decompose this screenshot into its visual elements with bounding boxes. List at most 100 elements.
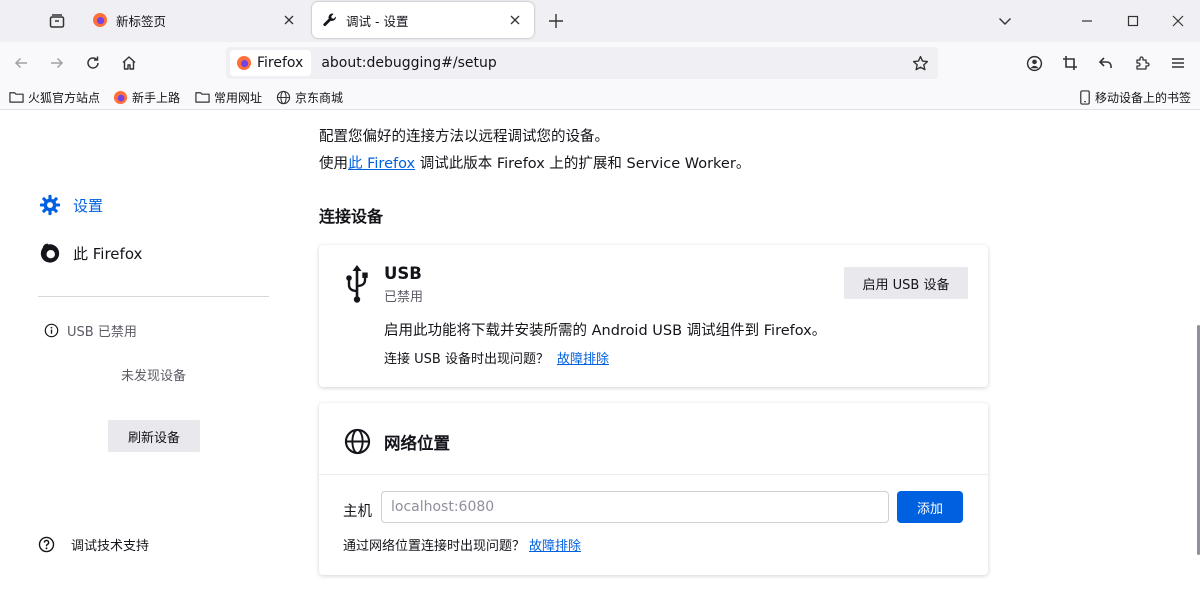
undo-close-button[interactable] bbox=[1093, 50, 1119, 76]
extensions-button[interactable] bbox=[1129, 50, 1155, 76]
mobile-bookmarks-folder[interactable]: 移动设备上的书签 bbox=[1079, 87, 1191, 107]
enable-usb-button[interactable]: 启用 USB 设备 bbox=[844, 267, 968, 299]
url-text[interactable]: about:debugging#/setup bbox=[321, 55, 906, 71]
undo-icon bbox=[1098, 57, 1112, 68]
bookmark-label: 火狐官方站点 bbox=[28, 90, 101, 105]
screenshot-button[interactable] bbox=[1057, 50, 1083, 76]
bookmark-item[interactable]: 常用网址 bbox=[195, 87, 262, 107]
hamburger-icon bbox=[1172, 58, 1184, 68]
wrench-icon bbox=[323, 13, 337, 27]
this-firefox-link[interactable]: 此 Firefox bbox=[348, 156, 415, 172]
usb-icon bbox=[346, 265, 368, 303]
intro-this-firefox-text: 使用此 Firefox 调试此版本 Firefox 上的扩展和 Service … bbox=[319, 152, 750, 173]
sidebar-divider bbox=[38, 296, 269, 297]
no-devices-text: 未发现设备 bbox=[120, 369, 186, 384]
tab-manager-icon bbox=[49, 14, 65, 28]
url-bar[interactable]: Firefox about:debugging#/setup bbox=[226, 47, 938, 79]
intro-prefix: 使用 bbox=[319, 156, 348, 172]
support-link[interactable]: 调试技术支持 bbox=[38, 535, 149, 554]
list-all-tabs-button[interactable] bbox=[992, 8, 1018, 34]
network-card: 网络位置 主机 添加 通过网络位置连接时出现问题？故障排除 bbox=[319, 403, 988, 575]
intro-suffix: 调试此版本 Firefox 上的扩展和 Service Worker。 bbox=[415, 156, 751, 172]
refresh-devices-button[interactable]: 刷新设备 bbox=[108, 420, 200, 452]
puzzle-icon bbox=[1136, 56, 1150, 70]
reload-button[interactable] bbox=[80, 50, 106, 76]
usb-title: USB bbox=[384, 264, 422, 283]
arrow-right-icon bbox=[51, 57, 64, 69]
close-icon bbox=[1172, 15, 1184, 27]
firefox-icon bbox=[237, 56, 251, 70]
usb-trouble-text: 连接 USB 设备时出现问题？ bbox=[384, 352, 549, 367]
close-icon bbox=[284, 15, 294, 25]
bookmark-label: 移动设备上的书签 bbox=[1095, 90, 1192, 105]
reload-icon bbox=[87, 56, 99, 69]
star-icon bbox=[912, 55, 928, 70]
usb-card: USB 已禁用 启用 USB 设备 启用此功能将下载并安装所需的 Android… bbox=[319, 245, 988, 387]
section-title: 连接设备 bbox=[319, 207, 384, 226]
minimize-button[interactable] bbox=[1074, 8, 1100, 34]
bookmark-item[interactable]: 京东商城 bbox=[276, 87, 343, 107]
folder-icon bbox=[195, 92, 210, 103]
firefox-logo-icon bbox=[40, 243, 60, 263]
back-button[interactable] bbox=[8, 50, 34, 76]
globe-icon bbox=[276, 90, 291, 104]
close-tab-button[interactable] bbox=[506, 11, 524, 29]
maximize-icon bbox=[1127, 15, 1139, 27]
close-tab-button[interactable] bbox=[280, 11, 298, 29]
arrow-left-icon bbox=[14, 57, 27, 69]
tab-new-tab[interactable]: 新标签页 bbox=[82, 2, 308, 38]
tab-title: 新标签页 bbox=[116, 13, 167, 29]
menu-button[interactable] bbox=[1165, 50, 1191, 76]
usb-troubleshoot-link[interactable]: 故障排除 bbox=[557, 352, 609, 367]
sidebar-item-this-firefox[interactable]: 此 Firefox bbox=[38, 241, 142, 265]
tab-debugging-setup[interactable]: 调试 - 设置 bbox=[312, 2, 534, 38]
usb-description: 启用此功能将下载并安装所需的 Android USB 调试组件到 Firefox… bbox=[384, 323, 827, 339]
usb-troubleshoot: 连接 USB 设备时出现问题？ 故障排除 bbox=[384, 348, 609, 367]
tab-list-button[interactable] bbox=[42, 8, 72, 34]
add-network-location-button[interactable]: 添加 bbox=[897, 491, 963, 523]
intro-text: 配置您偏好的连接方法以远程调试您的设备。 bbox=[319, 129, 609, 145]
help-icon bbox=[38, 536, 55, 553]
firefox-icon bbox=[93, 13, 107, 27]
close-icon bbox=[510, 15, 520, 25]
network-trouble-text: 通过网络位置连接时出现问题？ bbox=[343, 539, 526, 554]
new-tab-button[interactable] bbox=[544, 9, 568, 33]
minimize-icon bbox=[1082, 20, 1092, 22]
account-button[interactable] bbox=[1021, 50, 1047, 76]
bookmark-label: 新手上路 bbox=[132, 90, 181, 105]
mobile-icon bbox=[1080, 89, 1090, 105]
network-divider bbox=[319, 474, 988, 475]
maximize-button[interactable] bbox=[1120, 8, 1146, 34]
bookmark-star-button[interactable] bbox=[906, 49, 934, 77]
home-icon bbox=[122, 56, 136, 70]
sidebar-item-label: 设置 bbox=[73, 196, 104, 215]
folder-icon bbox=[9, 92, 24, 103]
page-content: 设置 此 Firefox USB 已禁用 未发现设备 刷新设备 调试技术支持 配… bbox=[0, 111, 1200, 600]
bookmark-item[interactable]: 新手上路 bbox=[113, 87, 180, 107]
crop-icon bbox=[1063, 56, 1077, 70]
info-icon bbox=[44, 323, 59, 338]
firefox-icon bbox=[113, 90, 128, 104]
sidebar-item-setup[interactable]: 设置 bbox=[38, 193, 103, 217]
host-input[interactable] bbox=[381, 491, 889, 523]
bookmarks-toolbar: 火狐官方站点 新手上路 常用网址 京东商城 移动设备上的书签 bbox=[0, 84, 1200, 110]
network-troubleshoot: 通过网络位置连接时出现问题？ 故障排除 bbox=[343, 535, 581, 554]
forward-button[interactable] bbox=[44, 50, 70, 76]
bookmark-label: 常用网址 bbox=[214, 90, 263, 105]
sidebar-item-label: 此 Firefox bbox=[73, 244, 143, 263]
close-window-button[interactable] bbox=[1165, 8, 1191, 34]
globe-icon bbox=[344, 428, 370, 454]
network-troubleshoot-link[interactable]: 故障排除 bbox=[529, 539, 581, 554]
plus-icon bbox=[549, 14, 563, 28]
usb-status: USB 已禁用 bbox=[44, 321, 137, 340]
usb-status-text: USB 已禁用 bbox=[67, 325, 137, 340]
bookmark-item[interactable]: 火狐官方站点 bbox=[9, 87, 100, 107]
usb-status-text: 已禁用 bbox=[384, 290, 424, 305]
tab-title: 调试 - 设置 bbox=[346, 13, 409, 29]
support-label: 调试技术支持 bbox=[71, 539, 150, 554]
identity-box[interactable]: Firefox bbox=[230, 50, 312, 76]
navigation-bar: Firefox about:debugging#/setup bbox=[0, 42, 1200, 84]
network-title: 网络位置 bbox=[384, 434, 450, 453]
home-button[interactable] bbox=[116, 50, 142, 76]
host-label: 主机 bbox=[343, 504, 372, 520]
